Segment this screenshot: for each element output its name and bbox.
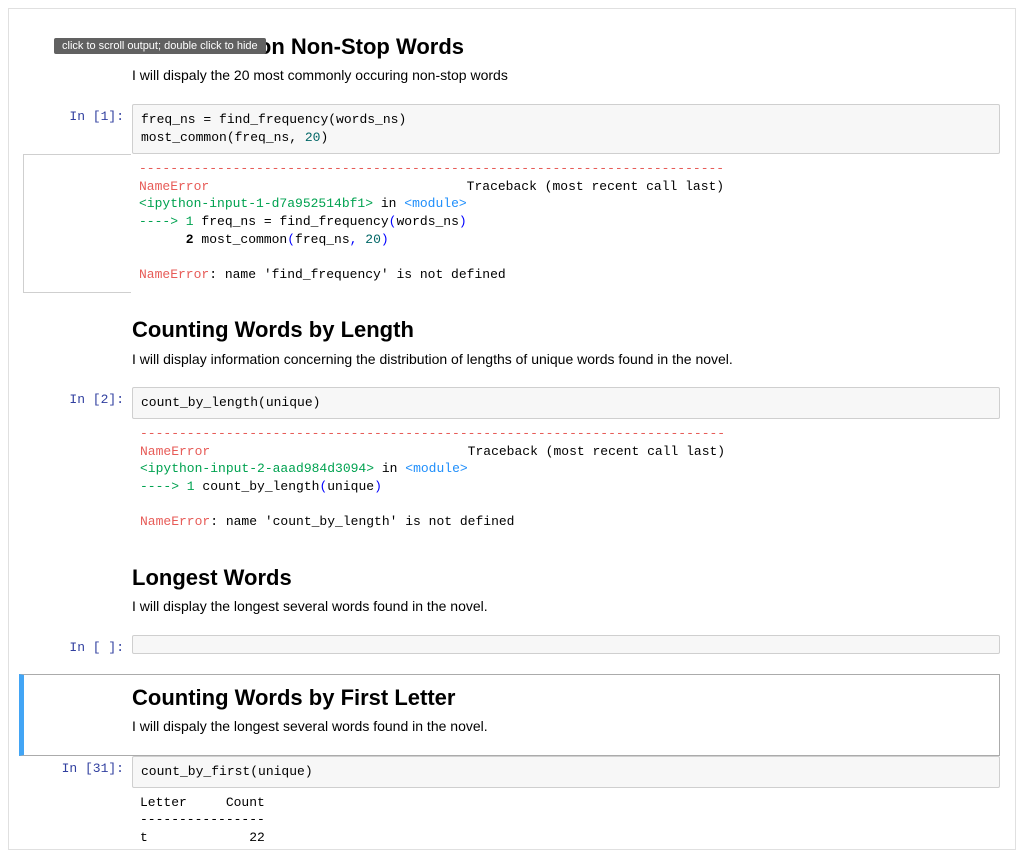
- output-scroll-tooltip: click to scroll output; double click to …: [54, 38, 266, 54]
- text-output-4: Letter Count ---------------- t 22: [132, 788, 1000, 850]
- output-cell-1[interactable]: ----------------------------------------…: [24, 154, 1000, 293]
- markdown-cell[interactable]: . Longest Words I will display the longe…: [24, 555, 1000, 635]
- code-cell-3[interactable]: In [ ]:: [24, 635, 1000, 660]
- code-input-4[interactable]: count_by_first(unique): [132, 756, 1000, 788]
- md-text: I will dispaly the 20 most commonly occu…: [132, 66, 1000, 86]
- markdown-cell-selected[interactable]: . Counting Words by First Letter I will …: [19, 674, 1000, 756]
- code-input-1[interactable]: freq_ns = find_frequency(words_ns) most_…: [132, 104, 1000, 154]
- code-input-2[interactable]: count_by_length(unique): [132, 387, 1000, 419]
- md-text: I will display the longest several words…: [132, 597, 1000, 617]
- code-cell-4[interactable]: In [31]: count_by_first(unique): [24, 756, 1000, 788]
- notebook-container[interactable]: . Most Common Non-Stop Words I will disp…: [8, 8, 1016, 850]
- error-output-1: ----------------------------------------…: [131, 154, 1000, 293]
- prompt-blank: .: [24, 419, 132, 540]
- heading-longest-words: Longest Words: [132, 565, 1000, 591]
- output-cell-4[interactable]: . Letter Count ---------------- t 22: [24, 788, 1000, 850]
- in-prompt-1: In [1]:: [24, 104, 132, 154]
- md-text: I will dispaly the longest several words…: [132, 717, 999, 737]
- in-prompt-3: In [ ]:: [24, 635, 132, 660]
- error-output-2: ----------------------------------------…: [132, 419, 1000, 540]
- output-cell-2[interactable]: . --------------------------------------…: [24, 419, 1000, 540]
- in-prompt-2: In [2]:: [24, 387, 132, 419]
- markdown-cell[interactable]: . Most Common Non-Stop Words I will disp…: [24, 24, 1000, 104]
- output-gutter[interactable]: [23, 154, 131, 293]
- markdown-cell[interactable]: . Counting Words by Length I will displa…: [24, 307, 1000, 387]
- code-cell-1[interactable]: In [1]: freq_ns = find_frequency(words_n…: [24, 104, 1000, 154]
- code-cell-2[interactable]: In [2]: count_by_length(unique): [24, 387, 1000, 419]
- in-prompt-4: In [31]:: [24, 756, 132, 788]
- prompt-blank: .: [24, 307, 132, 387]
- md-text: I will display information concerning th…: [132, 350, 1000, 370]
- heading-counting-first-letter: Counting Words by First Letter: [132, 685, 999, 711]
- code-input-3[interactable]: [132, 635, 1000, 654]
- heading-counting-length: Counting Words by Length: [132, 317, 1000, 343]
- prompt-blank: .: [24, 24, 132, 104]
